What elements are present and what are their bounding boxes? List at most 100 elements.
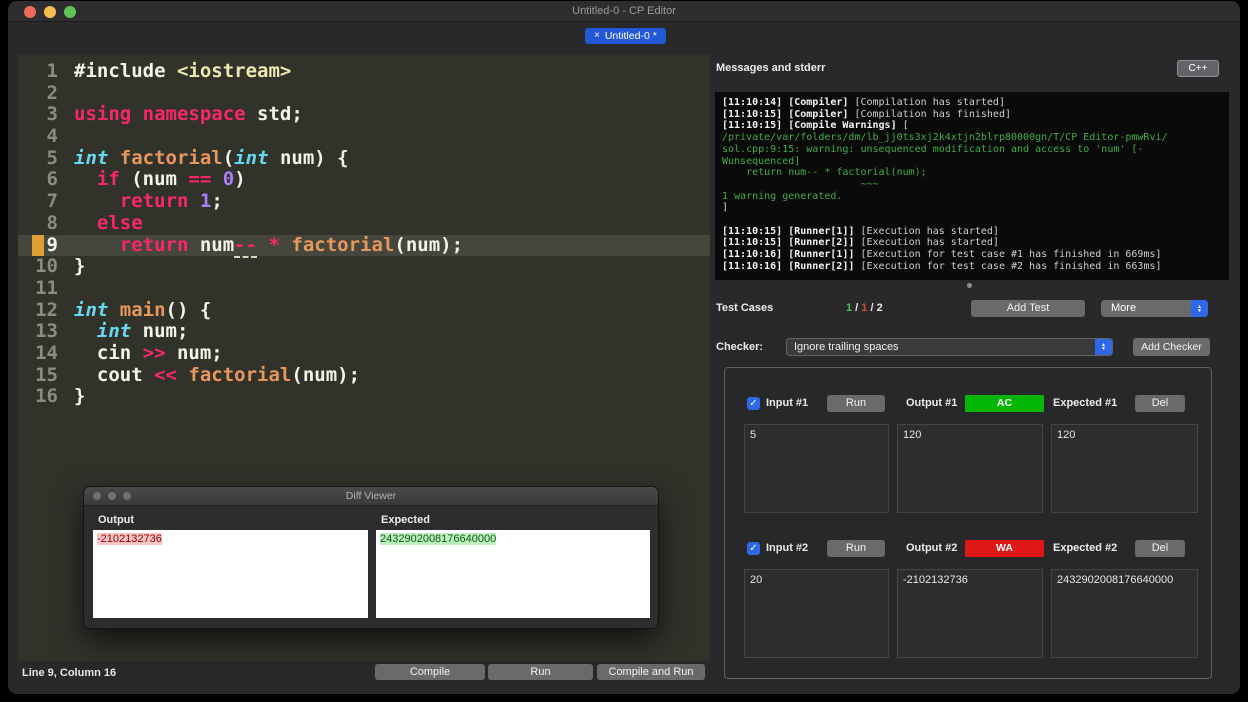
console-line: [11:10:15] [Runner[1]] [Execution has st… [722,226,1222,238]
code-line-8[interactable]: 8 else [18,212,710,235]
line-number: 4 [46,125,58,148]
compiler-console[interactable]: [11:10:14] [Compiler] [Compilation has s… [715,92,1229,280]
input-textarea-2[interactable]: 20 [744,569,889,658]
console-segment: [11:10:15] [Compiler] [722,108,855,120]
diff-expected-value: 2432902008176640000 [380,533,497,545]
line-number: 14 [35,341,58,364]
tab-untitled-0[interactable]: × Untitled-0 * [585,28,666,44]
test-checkbox-1[interactable]: ✓ [747,397,760,410]
code-line-2[interactable]: 2 [18,81,710,105]
cursor-position-status: Line 9, Column 16 [22,667,117,679]
code-line-11[interactable]: 11 [18,276,710,300]
diff-viewer-titlebar[interactable]: Diff Viewer [84,487,658,506]
code-line-7[interactable]: 7 return 1; [18,190,710,213]
code-text: else [74,212,143,235]
console-line: [11:10:16] [Runner[2]] [Execution for te… [722,261,1222,273]
tab-close-icon[interactable]: × [594,28,600,44]
code-text: cin >> num; [74,341,223,365]
diff-minimize-icon[interactable] [108,492,116,500]
more-button[interactable]: More ▲ ▼ [1101,300,1208,317]
code-line-15[interactable]: 15 cout << factorial(num); [18,364,710,387]
expected-textarea-2[interactable]: 2432902008176640000 [1051,569,1198,658]
line-number: 11 [35,276,58,299]
line-number: 9 [46,233,58,256]
code-token: num; [165,341,223,364]
code-token: using namespace [74,103,246,126]
delete-test-button-1[interactable]: Del [1135,395,1185,412]
app-window: Untitled-0 - CP Editor × Untitled-0 * 1 #… [8,1,1240,694]
diff-close-icon[interactable] [93,492,101,500]
language-button[interactable]: C++ [1177,60,1219,77]
console-segment: [ [902,120,909,132]
code-token: int [96,320,132,343]
code-line-10[interactable]: 10} [18,255,710,278]
console-segment: [11:10:15] [Compile Warnings] [722,120,903,132]
line-number: 7 [46,190,58,213]
code-token: if [96,168,120,191]
compile-and-run-button[interactable]: Compile and Run [597,664,705,680]
code-line-5[interactable]: 5 int factorial(int num) { [18,146,710,170]
verdict-summary: 1 / 1 / 2 [846,302,883,314]
console-line: /private/var/folders/dm/lb_jj0ts3xj2k4xt… [722,132,1222,144]
run-test-button-1[interactable]: Run [827,395,885,412]
window-titlebar[interactable]: Untitled-0 - CP Editor [8,1,1240,22]
code-text: return 1; [74,190,223,213]
diff-zoom-icon[interactable] [123,492,131,500]
line-number: 1 [46,60,58,82]
console-line: [11:10:15] [Runner[2]] [Execution has st… [722,237,1222,249]
code-line-4[interactable]: 4 [18,125,710,148]
diff-expected-label: Expected [381,514,430,526]
code-token: return [119,233,189,256]
console-line: [11:10:16] [Runner[1]] [Execution for te… [722,249,1222,261]
code-line-9[interactable]: 9 return num-- * factorial(num); [18,233,710,258]
chevron-down-icon: ▼ [1101,346,1106,352]
add-checker-button[interactable]: Add Checker [1133,338,1210,356]
input-label-1: Input #1 [766,397,809,409]
console-segment: [11:10:16] [Runner[1]] [722,249,861,261]
code-line-16[interactable]: 16} [18,385,710,408]
console-segment: ~~~ [722,178,879,190]
line-number: 16 [35,385,58,408]
input-textarea-1[interactable]: 5 [744,424,889,513]
tab-label: Untitled-0 * [604,30,657,42]
code-token: } [74,255,86,278]
code-line-13[interactable]: 13 int num; [18,320,710,343]
splitter-handle[interactable] [967,283,972,288]
run-test-button-2[interactable]: Run [827,540,885,557]
code-line-12[interactable]: 12 int main() { [18,298,710,322]
console-segment: [Compilation has finished] [854,108,1011,120]
line-number: 2 [46,81,58,104]
code-line-1[interactable]: 1 #include <iostream> [18,60,710,83]
code-token: int [234,146,269,169]
diff-output-label: Output [98,514,135,526]
checker-dropdown[interactable]: Ignore trailing spaces ▲ ▼ [786,338,1113,356]
console-line: sol.cpp:9:15: warning: unsequenced modif… [722,144,1222,156]
add-test-button[interactable]: Add Test [971,300,1085,317]
test-case-1: ✓ Input #1 Run Output #1 AC Expected #1 Del 5 12… [725,395,1211,540]
test-checkbox-2[interactable]: ✓ [747,542,760,555]
line-number: 13 [35,320,58,343]
output-label-1: Output #1 [906,397,958,409]
console-segment: ] [722,202,729,214]
code-line-3[interactable]: 3 using namespace std; [18,104,710,126]
delete-test-button-2[interactable]: Del [1135,540,1185,557]
expected-textarea-1[interactable]: 120 [1051,424,1198,513]
code-token: >> [142,341,166,364]
line-number: 12 [35,298,58,321]
run-button[interactable]: Run [488,664,593,680]
code-line-6[interactable]: 6 if (num == 0) [18,169,710,191]
code-token: num) { [268,146,349,169]
code-text: using namespace std; [74,104,303,126]
console-line: [11:10:15] [Compile Warnings] [ [722,120,1222,132]
code-line-14[interactable]: 14 cin >> num; [18,341,710,365]
console-segment: sol.cpp:9:15: warning: unsequenced modif… [722,143,1144,155]
code-token: int [74,146,109,169]
compile-button[interactable]: Compile [375,664,485,680]
